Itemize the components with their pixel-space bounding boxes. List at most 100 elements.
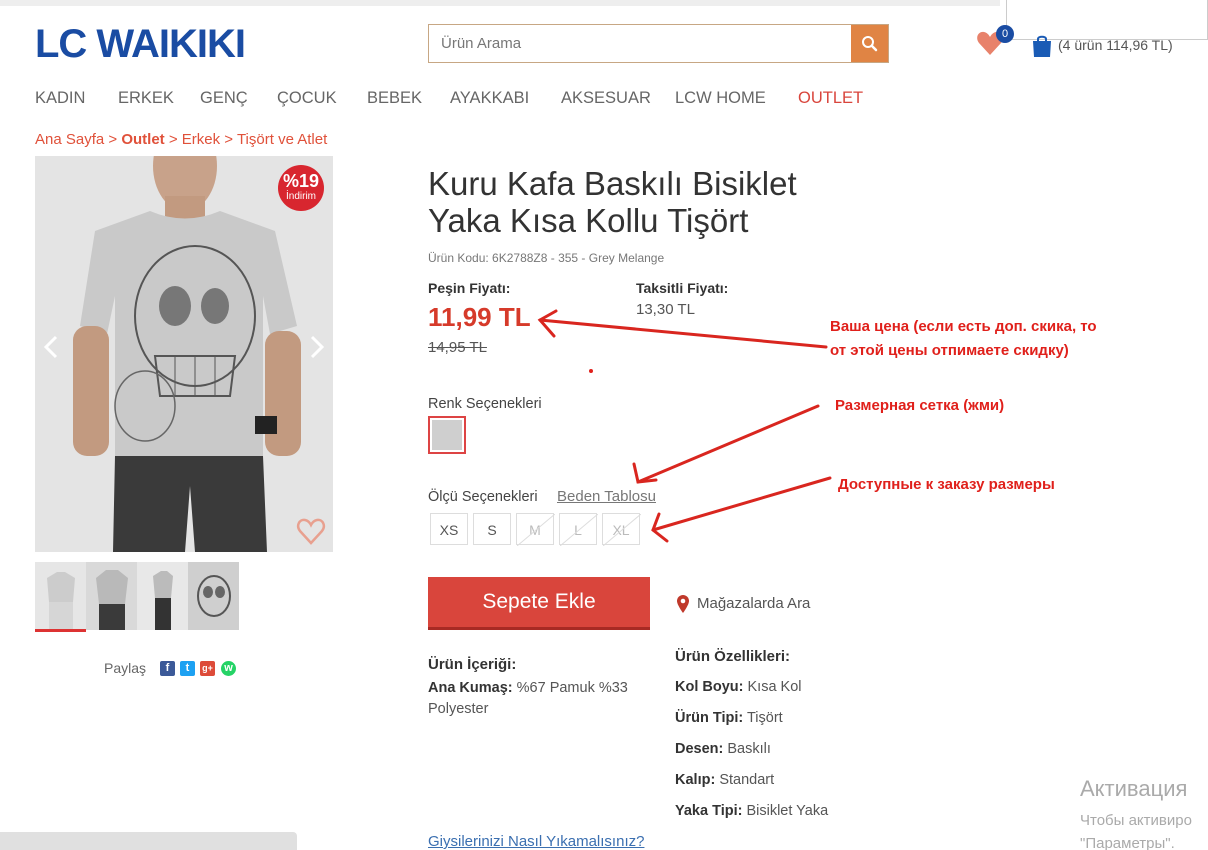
installment-price-label: Taksitli Fiyatı: xyxy=(636,280,729,296)
activation-watermark-title: Активация xyxy=(1080,776,1188,801)
size-option-s[interactable]: S xyxy=(473,513,511,545)
feature-row: Desen: Baskılı xyxy=(675,741,771,757)
search-bar xyxy=(428,24,889,63)
product-code: Ürün Kodu: 6K2788Z8 - 355 - Grey Melange xyxy=(428,251,665,265)
installment-price: 13,30 TL xyxy=(636,301,695,318)
discount-percent: %19 xyxy=(282,171,320,191)
old-price: 14,95 TL xyxy=(428,339,487,356)
feature-value: Bisiklet Yaka xyxy=(746,803,829,819)
chevron-left-icon[interactable] xyxy=(42,334,60,360)
active-thumbnail-indicator xyxy=(35,629,86,632)
activation-watermark-line: Чтобы активиро xyxy=(1080,812,1192,829)
feature-value: Kısa Kol xyxy=(747,679,802,695)
breadcrumb-outlet[interactable]: Outlet xyxy=(121,131,164,148)
annotation-dot xyxy=(589,369,593,373)
feature-key: Kol Boyu: xyxy=(675,679,744,695)
thumbnail[interactable] xyxy=(137,562,188,630)
chevron-right-icon[interactable] xyxy=(308,334,326,360)
shopping-bag-icon[interactable] xyxy=(1030,34,1054,58)
washing-instructions-link[interactable]: Giysilerinizi Nasıl Yıkamalısınız? xyxy=(428,833,644,850)
arrowhead xyxy=(537,309,558,338)
breadcrumb-separator: > xyxy=(220,131,237,148)
feature-key: Yaka Tipi: xyxy=(675,803,743,819)
size-chart-link[interactable]: Beden Tablosu xyxy=(557,488,656,505)
search-button[interactable] xyxy=(851,25,888,62)
arrowhead xyxy=(632,462,658,484)
top-strip xyxy=(0,0,1000,6)
activation-watermark-line: "Параметры". xyxy=(1080,835,1175,850)
add-to-cart-button[interactable]: Sepete Ekle xyxy=(428,577,650,630)
google-plus-icon[interactable]: g+ xyxy=(200,661,215,676)
heart-outline-icon[interactable] xyxy=(296,517,326,545)
cash-price: 11,99 TL xyxy=(428,302,531,332)
cash-price-label: Peşin Fiyatı: xyxy=(428,280,511,296)
cart-summary[interactable]: (4 ürün 114,96 TL) xyxy=(1058,37,1173,53)
search-icon xyxy=(862,36,878,52)
nav-item-ayakkabi[interactable]: AYAKKABI xyxy=(450,89,529,108)
feature-row: Kalıp: Standart xyxy=(675,772,774,788)
feature-value: Baskılı xyxy=(727,741,771,757)
feature-row: Ürün Tipi: Tişört xyxy=(675,710,783,726)
breadcrumb-separator: > xyxy=(104,131,122,148)
breadcrumb-category[interactable]: Tişört ve Atlet xyxy=(237,131,327,148)
arrowhead xyxy=(651,512,669,543)
breadcrumb-separator: > xyxy=(164,131,182,148)
product-title: Kuru Kafa Baskılı Bisiklet Yaka Kısa Kol… xyxy=(428,165,797,239)
arrow-to-sizes xyxy=(651,476,832,532)
product-photo xyxy=(35,156,333,552)
annotation-size-chart-note: Размерная сетка (жми) xyxy=(835,397,1005,414)
twitter-icon[interactable]: t xyxy=(180,661,195,676)
nav-item-erkek[interactable]: ERKEK xyxy=(118,89,174,108)
feature-value: Tişört xyxy=(746,710,783,726)
nav-item-genc[interactable]: GENÇ xyxy=(200,89,248,108)
discount-badge: %19 İndirim xyxy=(278,165,324,211)
fabric-value-cont: Polyester xyxy=(428,701,489,717)
location-pin-icon[interactable] xyxy=(676,594,690,614)
logo[interactable]: LC WAIKIKI xyxy=(35,20,246,68)
feature-row: Yaka Tipi: Bisiklet Yaka xyxy=(675,803,828,819)
nav-item-kadin[interactable]: KADIN xyxy=(35,89,85,108)
unavailable-cross xyxy=(560,514,598,546)
unavailable-cross xyxy=(603,514,641,546)
facebook-icon[interactable]: f xyxy=(160,661,175,676)
feature-value: Standart xyxy=(719,772,775,788)
thumbnail[interactable] xyxy=(35,562,86,630)
favorites-count-badge: 0 xyxy=(996,25,1014,43)
size-option-xl-unavailable: XL xyxy=(602,513,641,546)
breadcrumb-men[interactable]: Erkek xyxy=(182,131,220,148)
size-option-xs[interactable]: XS xyxy=(430,513,468,545)
product-main-image[interactable] xyxy=(35,156,333,552)
breadcrumb-home[interactable]: Ana Sayfa xyxy=(35,131,104,148)
unavailable-cross xyxy=(517,514,555,546)
feature-key: Ürün Tipi: xyxy=(675,710,744,726)
annotation-price-note: от этой цены отпимаете скидку) xyxy=(830,342,1069,359)
thumbnail[interactable] xyxy=(188,562,239,630)
discount-label: İndirim xyxy=(285,191,316,202)
store-search-link[interactable]: Mağazalarda Ara xyxy=(697,595,810,612)
feature-row: Kol Boyu: Kısa Kol xyxy=(675,679,802,695)
fabric-key: Ana Kumaş: xyxy=(428,680,513,696)
arrow-to-size-chart xyxy=(636,404,820,484)
annotation-price-note: Ваша цена (если есть доп. скика, то xyxy=(830,318,1097,335)
feature-key: Desen: xyxy=(675,741,724,757)
color-swatch-grey-melange[interactable] xyxy=(428,416,466,454)
product-features-label: Ürün Özellikleri: xyxy=(675,648,791,665)
fabric-value: %67 Pamuk %33 xyxy=(516,680,628,696)
thumbnail[interactable] xyxy=(86,562,137,630)
search-input[interactable] xyxy=(429,25,852,62)
product-contents-label: Ürün İçeriği: xyxy=(428,656,517,673)
color-options-label: Renk Seçenekleri xyxy=(428,396,542,412)
nav-item-cocuk[interactable]: ÇOCUK xyxy=(277,89,337,108)
feature-key: Kalıp: xyxy=(675,772,716,788)
nav-item-lcw-home[interactable]: LCW HOME xyxy=(675,89,766,108)
activation-watermark-text: Чтобы активиро "Параметры". xyxy=(1080,809,1192,850)
nav-item-outlet[interactable]: OUTLET xyxy=(798,89,863,108)
nav-item-bebek[interactable]: BEBEK xyxy=(367,89,422,108)
breadcrumb: Ana Sayfa > Outlet > Erkek > Tişört ve A… xyxy=(35,131,327,148)
size-option-m-unavailable: M xyxy=(516,513,555,546)
nav-item-aksesuar[interactable]: AKSESUAR xyxy=(561,89,651,108)
annotation-sizes-note: Доступные к заказу размеры xyxy=(838,476,1055,493)
arrow-to-price xyxy=(538,318,828,349)
horizontal-scrollbar[interactable] xyxy=(0,832,297,850)
whatsapp-icon[interactable]: w xyxy=(221,661,236,676)
